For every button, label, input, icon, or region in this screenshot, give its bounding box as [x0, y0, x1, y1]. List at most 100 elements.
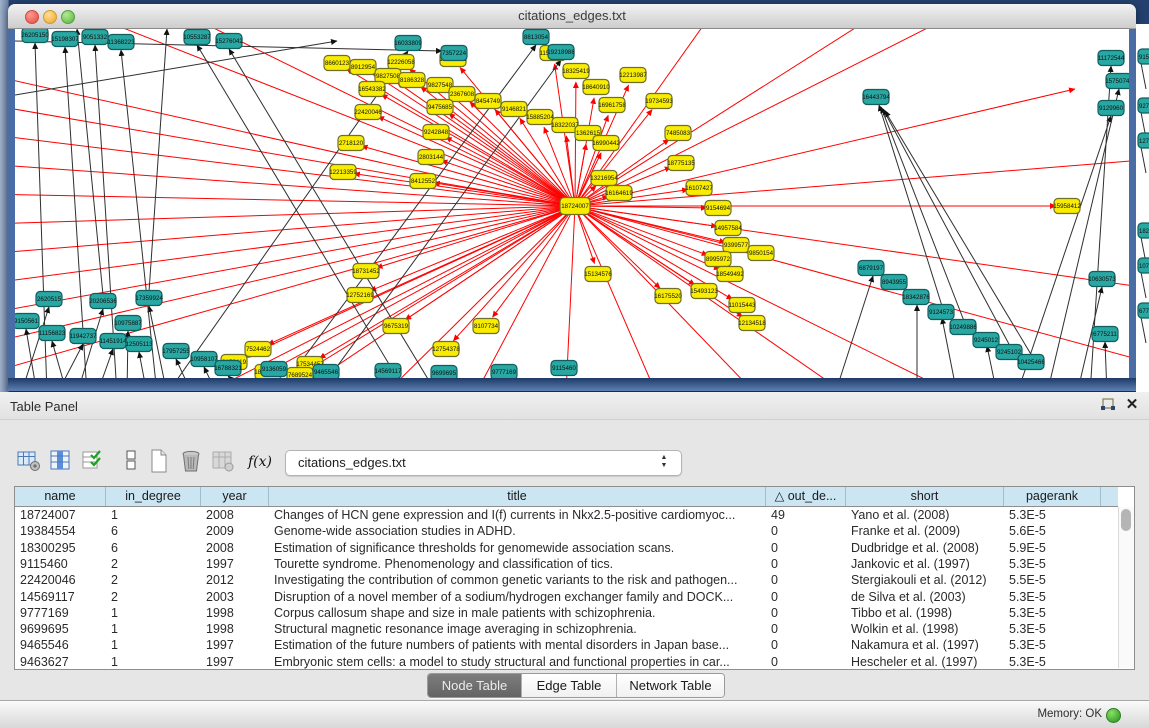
cell-pagerank: 5.3E-5	[1004, 621, 1101, 637]
cell-pagerank: 5.6E-5	[1004, 523, 1101, 539]
graph-node-label: 9827508	[376, 73, 401, 80]
network-view-window[interactable]: citations_edges.txt 86601238912954122260…	[8, 4, 1136, 391]
cell-year: 1998	[201, 605, 269, 621]
cell-out_degree: 0	[766, 654, 846, 669]
cell-title: Changes of HCN gene expression and I(f) …	[269, 507, 766, 523]
graph-node-label: 9245102	[997, 349, 1022, 356]
new-table-icon[interactable]	[146, 448, 172, 474]
graph-node-label: 18640910	[582, 84, 610, 91]
graph-node-label: 10425466	[1017, 359, 1045, 366]
column-header-out_degree[interactable]: △ out_de...	[766, 487, 846, 506]
row-height-icon[interactable]	[118, 448, 144, 474]
table-row[interactable]: 1872400712008Changes of HCN gene express…	[15, 507, 1118, 523]
attribute-table: namein_degreeyeartitle△ out_de...shortpa…	[14, 486, 1135, 670]
graph-node-label: 13216954	[590, 175, 618, 182]
table-options-icon[interactable]	[16, 448, 42, 474]
graph-node-label: 8813054	[524, 34, 549, 41]
graph-node-label: 19218986	[547, 49, 575, 56]
graph-node-label: 18549492	[716, 271, 744, 278]
column-header-in_degree[interactable]: in_degree	[106, 487, 201, 506]
table-panel-title: Table Panel	[10, 399, 78, 414]
cell-in_degree: 2	[106, 572, 201, 588]
table-selector-dropdown[interactable]: citations_edges.txt ▲▼	[285, 450, 682, 476]
function-builder-icon[interactable]: f(x)	[246, 448, 272, 474]
select-rows-icon[interactable]	[80, 448, 106, 474]
graph-node-label: 2718120	[339, 140, 364, 147]
table-scrollbar[interactable]	[1118, 507, 1134, 668]
table-selector-value: citations_edges.txt	[298, 455, 406, 470]
memory-status-icon[interactable]	[1106, 708, 1121, 723]
cell-pagerank: 5.3E-5	[1004, 556, 1101, 572]
cell-name: 14569117	[15, 589, 106, 605]
tab-edge-table[interactable]: Edge Table	[521, 674, 616, 697]
table-panel: Table Panel ✕ f(x) citations_edges.txt	[0, 392, 1149, 700]
cell-in_degree: 2	[106, 556, 201, 572]
scrollbar-thumb[interactable]	[1121, 509, 1131, 531]
cell-pagerank: 5.3E-5	[1004, 637, 1101, 653]
graph-node-label: 17359924	[135, 295, 163, 302]
table-row[interactable]: 946554611997Estimation of the future num…	[15, 637, 1118, 653]
network-canvas[interactable]: 8660123891295412226058982750816543382818…	[15, 28, 1129, 379]
column-header-title[interactable]: title	[269, 487, 766, 506]
table-row[interactable]: 911546021997Tourette syndrome. Phenomeno…	[15, 556, 1118, 572]
graph-node-label: 8912954	[351, 64, 376, 71]
cell-in_degree: 1	[106, 637, 201, 653]
graph-node-label: 11942737	[69, 333, 97, 340]
table-row[interactable]: 1456911722003Disruption of a novel membe…	[15, 589, 1118, 605]
column-header-short[interactable]: short	[846, 487, 1004, 506]
cell-name: 18300295	[15, 540, 106, 556]
cell-short: Franke et al. (2009)	[846, 523, 1004, 539]
graph-node-label: 15958412	[1053, 203, 1081, 210]
graph-node-label: 9129960	[1099, 105, 1124, 112]
cell-title: Disruption of a novel member of a sodium…	[269, 589, 766, 605]
table-row[interactable]: 969969511998Structural magnetic resonanc…	[15, 621, 1118, 637]
cell-in_degree: 6	[106, 540, 201, 556]
graph-node-label: 7485083	[666, 130, 691, 137]
graph-node-label: 8107734	[474, 323, 499, 330]
graph-node-label: 9115460	[552, 365, 576, 372]
graph-node-label: 9850154	[749, 250, 774, 257]
graph-node-label: 7357224	[442, 50, 467, 57]
graph-node-label: 18342876	[902, 294, 930, 301]
graph-node-label: 20206536	[89, 298, 117, 305]
cell-title: Estimation of the future numbers of pati…	[269, 637, 766, 653]
column-header-year[interactable]: year	[201, 487, 269, 506]
column-header-name[interactable]: name	[15, 487, 106, 506]
import-table-icon[interactable]	[210, 448, 236, 474]
table-row[interactable]: 2242004622012Investigating the contribut…	[15, 572, 1118, 588]
table-row[interactable]: 1830029562008Estimation of significance …	[15, 540, 1118, 556]
graph-node-label: 9154694	[706, 205, 731, 212]
cell-short: Wolkin et al. (1998)	[846, 621, 1004, 637]
table-row[interactable]: 1938455462009Genome-wide association stu…	[15, 523, 1118, 539]
window-titlebar[interactable]: citations_edges.txt	[8, 4, 1136, 29]
cell-name: 19384554	[15, 523, 106, 539]
graph-node-label: 17957255	[162, 348, 190, 355]
graph-node-label: 11015443	[728, 302, 756, 309]
tab-network-table[interactable]: Network Table	[616, 674, 724, 697]
graph-node-label: 9136059	[262, 366, 287, 373]
status-bar: Memory: OK	[0, 700, 1149, 728]
graph-node-label: 26205150	[21, 32, 49, 39]
table-row[interactable]: 977716911998Corpus callosum shape and si…	[15, 605, 1118, 621]
svg-text:1070: 1070	[1139, 264, 1149, 270]
column-header-pagerank[interactable]: pagerank	[1004, 487, 1101, 506]
close-panel-icon[interactable]: ✕	[1124, 396, 1140, 414]
svg-text:1277: 1277	[1139, 139, 1149, 145]
graph-node-label: 16033809	[394, 40, 422, 47]
tab-node-table[interactable]: Node Table	[428, 674, 521, 697]
graph-node-label: 9675319	[384, 323, 409, 330]
graph-node-label: 10630573	[1088, 276, 1116, 283]
show-columns-icon[interactable]	[48, 448, 74, 474]
cell-out_degree: 0	[766, 556, 846, 572]
delete-table-icon[interactable]	[178, 448, 204, 474]
table-body: 1872400712008Changes of HCN gene express…	[15, 507, 1118, 669]
cell-short: Tibbo et al. (1998)	[846, 605, 1004, 621]
graph-node-label: 7524462	[246, 346, 271, 353]
float-panel-icon[interactable]	[1100, 398, 1116, 413]
table-header-row: namein_degreeyeartitle△ out_de...shortpa…	[15, 487, 1118, 507]
graph-node-label: 15198307	[51, 36, 79, 43]
graph-node-label: 18731452	[352, 268, 380, 275]
graph-node-label: 11451914	[99, 338, 127, 345]
cell-in_degree: 2	[106, 589, 201, 605]
table-row[interactable]: 946362711997Embryonic stem cells: a mode…	[15, 654, 1118, 669]
